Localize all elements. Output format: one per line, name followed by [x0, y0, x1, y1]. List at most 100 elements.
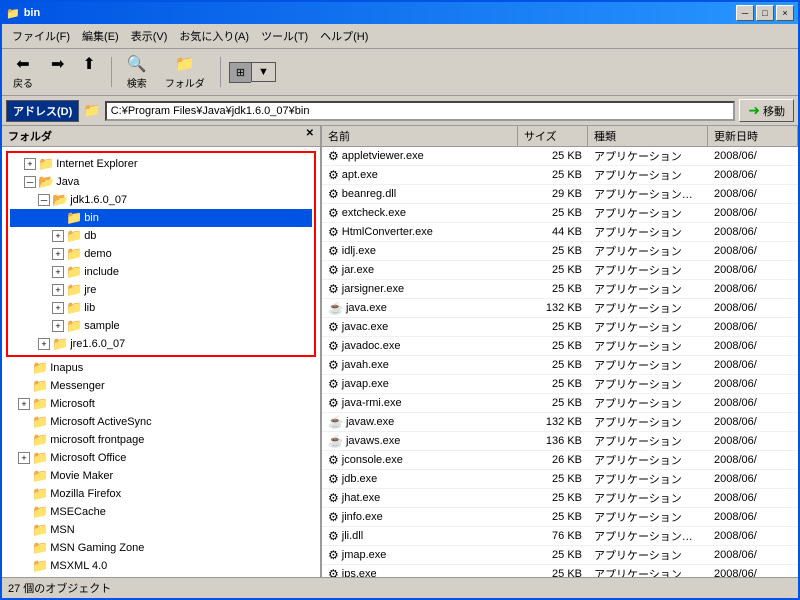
file-date: 2008/06/	[708, 434, 798, 448]
tree-item-jre1607[interactable]: + 📁 jre1.6.0_07	[10, 335, 312, 353]
file-row[interactable]: ⚙ HtmlConverter.exe 44 KB アプリケーション 2008/…	[322, 223, 798, 242]
tree-label: jre	[84, 284, 96, 296]
menu-file[interactable]: ファイル(F)	[6, 26, 76, 46]
col-date[interactable]: 更新日時	[708, 126, 798, 146]
tree-item-mozilla-firefox[interactable]: 📁 Mozilla Firefox	[4, 485, 318, 503]
file-type: アプリケーション拡張	[588, 185, 708, 203]
file-icon: ⚙	[328, 358, 339, 372]
col-name[interactable]: 名前	[322, 126, 518, 146]
file-size: 25 KB	[518, 244, 588, 258]
view-dropdown-button[interactable]: ▼	[251, 62, 276, 82]
forward-button[interactable]: ➡	[44, 51, 71, 93]
tree-item-jre[interactable]: + 📁 jre	[10, 281, 312, 299]
tree-item-movie-maker[interactable]: 📁 Movie Maker	[4, 467, 318, 485]
view-details-button[interactable]: ⊞	[229, 62, 251, 83]
tree-item-inapus[interactable]: 📁 Inapus	[4, 359, 318, 377]
tree-item-microsoft-activesync[interactable]: 📁 Microsoft ActiveSync	[4, 413, 318, 431]
up-button[interactable]: ⬆	[75, 51, 102, 93]
expand-java[interactable]: －	[24, 176, 36, 188]
folders-button[interactable]: 📁 フォルダ	[158, 51, 212, 93]
expand-jdk[interactable]: －	[38, 194, 50, 206]
file-row[interactable]: ⚙ jconsole.exe 26 KB アプリケーション 2008/06/	[322, 451, 798, 470]
menu-tools[interactable]: ツール(T)	[255, 26, 314, 46]
file-row[interactable]: ⚙ idlj.exe 25 KB アプリケーション 2008/06/	[322, 242, 798, 261]
file-size: 25 KB	[518, 339, 588, 353]
menu-edit[interactable]: 編集(E)	[76, 26, 125, 46]
search-label: 検索	[127, 75, 147, 90]
tree-item-internet-explorer[interactable]: + 📁 Internet Explorer	[10, 155, 312, 173]
file-icon: ⚙	[328, 396, 339, 410]
tree-view[interactable]: + 📁 Internet Explorer － 📂 Java － 📂	[2, 147, 320, 577]
expand-include[interactable]: +	[52, 266, 64, 278]
expand-sample[interactable]: +	[52, 320, 64, 332]
file-row[interactable]: ⚙ beanreg.dll 29 KB アプリケーション拡張 2008/06/	[322, 185, 798, 204]
file-row[interactable]: ⚙ jhat.exe 25 KB アプリケーション 2008/06/	[322, 489, 798, 508]
file-icon: ⚙	[328, 529, 339, 543]
file-row[interactable]: ⚙ jinfo.exe 25 KB アプリケーション 2008/06/	[322, 508, 798, 527]
address-label: アドレス(D)	[6, 100, 79, 122]
tree-item-include[interactable]: + 📁 include	[10, 263, 312, 281]
back-button[interactable]: ⬅ 戻る	[6, 51, 40, 93]
file-row[interactable]: ⚙ appletviewer.exe 25 KB アプリケーション 2008/0…	[322, 147, 798, 166]
file-row[interactable]: ⚙ apt.exe 25 KB アプリケーション 2008/06/	[322, 166, 798, 185]
file-row[interactable]: ⚙ jps.exe 25 KB アプリケーション 2008/06/	[322, 565, 798, 577]
file-row[interactable]: ☕ java.exe 132 KB アプリケーション 2008/06/	[322, 299, 798, 318]
col-size[interactable]: サイズ	[518, 126, 588, 146]
tree-item-db[interactable]: + 📁 db	[10, 227, 312, 245]
file-row[interactable]: ⚙ jmap.exe 25 KB アプリケーション 2008/06/	[322, 546, 798, 565]
file-row[interactable]: ⚙ java-rmi.exe 25 KB アプリケーション 2008/06/	[322, 394, 798, 413]
tree-item-msn[interactable]: 📁 MSN	[4, 521, 318, 539]
file-row[interactable]: ⚙ javah.exe 25 KB アプリケーション 2008/06/	[322, 356, 798, 375]
tree-item-jdk[interactable]: － 📂 jdk1.6.0_07	[10, 191, 312, 209]
tree-item-msn-gaming-zone[interactable]: 📁 MSN Gaming Zone	[4, 539, 318, 557]
go-button[interactable]: ➜ 移動	[739, 99, 794, 122]
expand-internet-explorer[interactable]: +	[24, 158, 36, 170]
tree-item-sample[interactable]: + 📁 sample	[10, 317, 312, 335]
menu-favorites[interactable]: お気に入り(A)	[173, 26, 255, 46]
tree-item-java[interactable]: － 📂 Java	[10, 173, 312, 191]
tree-item-lib[interactable]: + 📁 lib	[10, 299, 312, 317]
address-input[interactable]	[105, 101, 736, 121]
file-list[interactable]: ⚙ appletviewer.exe 25 KB アプリケーション 2008/0…	[322, 147, 798, 577]
menu-view[interactable]: 表示(V)	[125, 26, 174, 46]
file-row[interactable]: ⚙ jdb.exe 25 KB アプリケーション 2008/06/	[322, 470, 798, 489]
file-row[interactable]: ☕ javaws.exe 136 KB アプリケーション 2008/06/	[322, 432, 798, 451]
file-type: アプリケーション	[588, 413, 708, 431]
close-button[interactable]: ×	[776, 5, 794, 21]
tree-item-messenger[interactable]: 📁 Messenger	[4, 377, 318, 395]
file-icon: ⚙	[328, 567, 339, 577]
file-row[interactable]: ⚙ javap.exe 25 KB アプリケーション 2008/06/	[322, 375, 798, 394]
file-row[interactable]: ⚙ jli.dll 76 KB アプリケーション拡張 2008/06/	[322, 527, 798, 546]
file-row[interactable]: ⚙ javac.exe 25 KB アプリケーション 2008/06/	[322, 318, 798, 337]
file-row[interactable]: ⚙ extcheck.exe 25 KB アプリケーション 2008/06/	[322, 204, 798, 223]
minimize-button[interactable]: －	[736, 5, 754, 21]
file-type: アプリケーション	[588, 337, 708, 355]
file-row[interactable]: ⚙ javadoc.exe 25 KB アプリケーション 2008/06/	[322, 337, 798, 356]
menu-help[interactable]: ヘルプ(H)	[314, 26, 374, 46]
tree-item-microsoft-office[interactable]: + 📁 Microsoft Office	[4, 449, 318, 467]
expand-db[interactable]: +	[52, 230, 64, 242]
expand-microsoft[interactable]: +	[18, 398, 30, 410]
col-type[interactable]: 種類	[588, 126, 708, 146]
expand-microsoft-office[interactable]: +	[18, 452, 30, 464]
expand-demo[interactable]: +	[52, 248, 64, 260]
tree-item-msecache[interactable]: 📁 MSECache	[4, 503, 318, 521]
file-row[interactable]: ⚙ jar.exe 25 KB アプリケーション 2008/06/	[322, 261, 798, 280]
title-icon: 📁	[6, 7, 20, 20]
expand-jre1607[interactable]: +	[38, 338, 50, 350]
expand-jre[interactable]: +	[52, 284, 64, 296]
maximize-button[interactable]: □	[756, 5, 774, 21]
search-button[interactable]: 🔍 検索	[120, 51, 154, 93]
expand-lib[interactable]: +	[52, 302, 64, 314]
file-name: ⚙ appletviewer.exe	[322, 148, 518, 164]
file-row[interactable]: ⚙ jarsigner.exe 25 KB アプリケーション 2008/06/	[322, 280, 798, 299]
tree-item-demo[interactable]: + 📁 demo	[10, 245, 312, 263]
tree-item-microsoft[interactable]: + 📁 Microsoft	[4, 395, 318, 413]
tree-item-msxml40[interactable]: 📁 MSXML 4.0	[4, 557, 318, 575]
tree-item-microsoft-frontpage[interactable]: 📁 microsoft frontpage	[4, 431, 318, 449]
panel-close-button[interactable]: ✕	[306, 128, 314, 144]
file-row[interactable]: ☕ javaw.exe 132 KB アプリケーション 2008/06/	[322, 413, 798, 432]
tree-item-bin[interactable]: 📁 bin	[10, 209, 312, 227]
address-bar: アドレス(D) 📁 ➜ 移動	[2, 96, 798, 126]
folder-icon: 📁	[38, 156, 54, 172]
